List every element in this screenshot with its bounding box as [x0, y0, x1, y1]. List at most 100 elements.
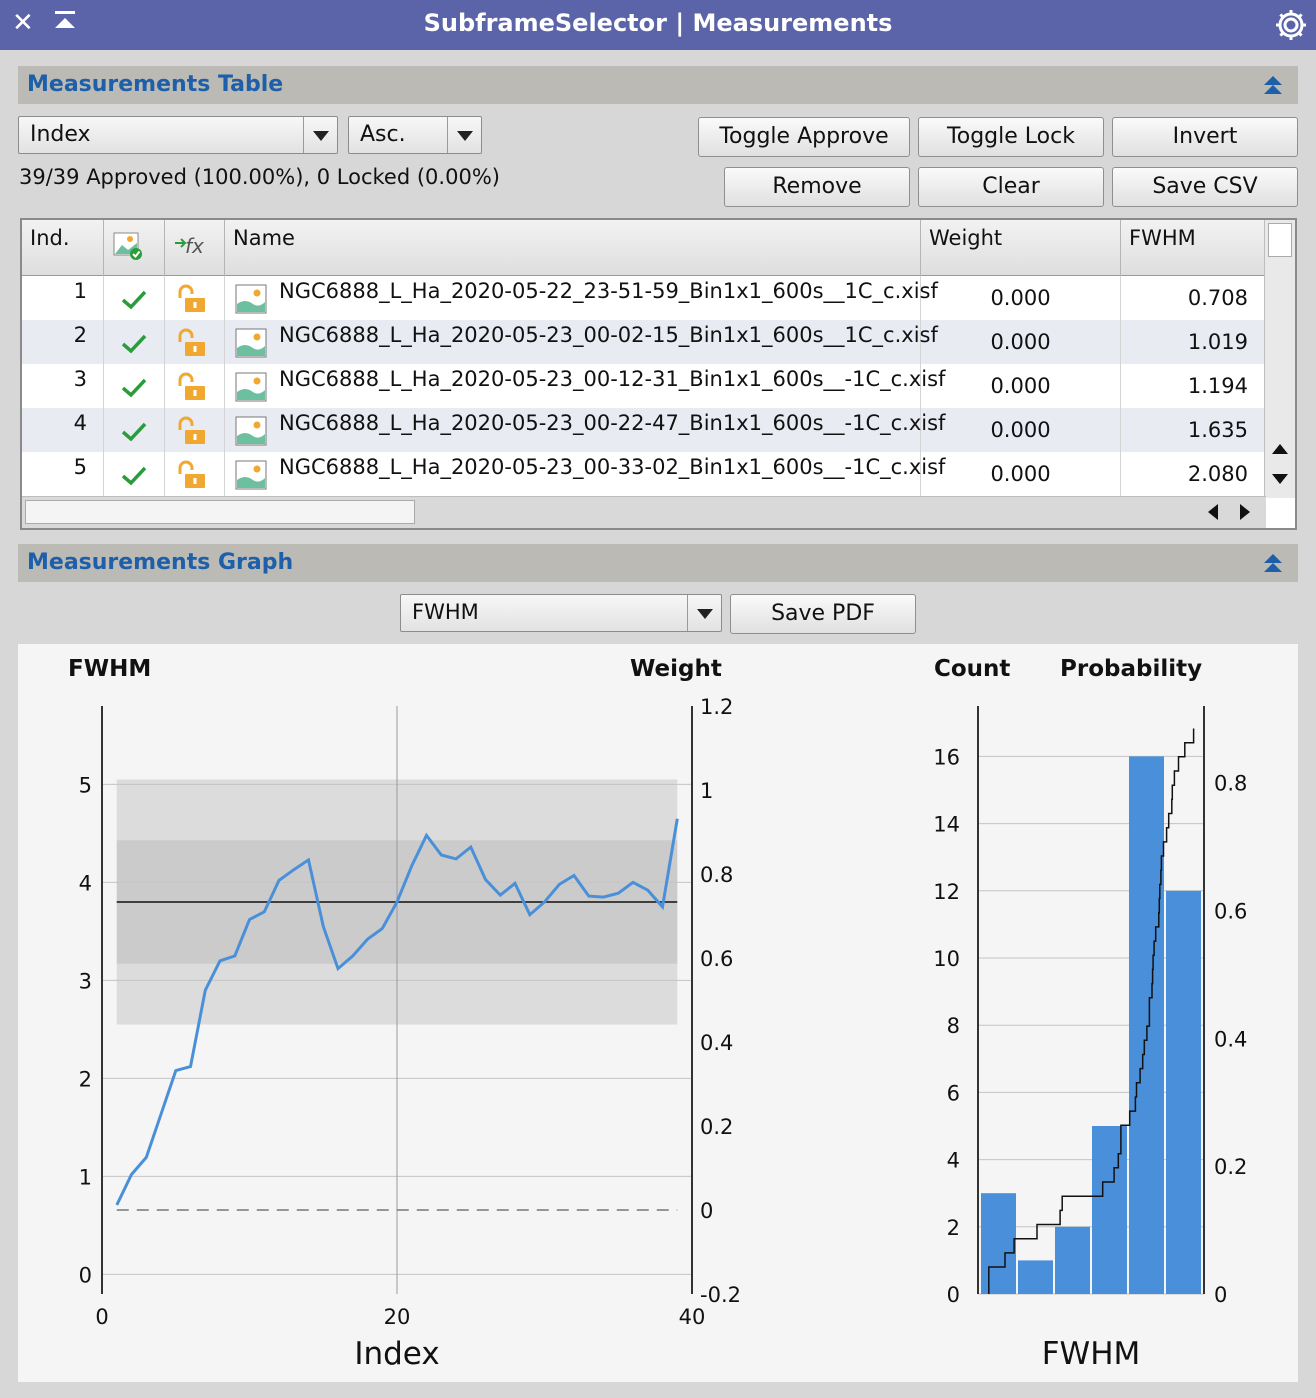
hist-y-tick-label: 8 — [947, 1014, 960, 1038]
y2-tick-label: 1.2 — [700, 695, 733, 719]
hist-bar — [1055, 1226, 1090, 1294]
row-fwhm: 0.708 — [1187, 286, 1248, 310]
table-header: Ind. fx Name Weight FWHM — [22, 220, 1266, 276]
y-tick-label: 3 — [79, 969, 92, 993]
lock-cell[interactable] — [165, 364, 225, 408]
chevron-down-icon — [303, 117, 337, 153]
lock-cell[interactable] — [165, 452, 225, 496]
scroll-down-icon[interactable] — [1271, 472, 1289, 486]
column-header-locked[interactable]: fx — [165, 220, 225, 276]
row-weight: 0.000 — [921, 452, 1121, 496]
collapse-icon[interactable] — [1262, 552, 1284, 574]
toggle-lock-button[interactable]: Toggle Lock — [918, 117, 1104, 157]
row-index: 4 — [22, 408, 104, 452]
row-name: NGC6888_L_Ha_2020-05-23_00-22-47_Bin1x1_… — [225, 408, 945, 452]
measurements-table: Ind. fx Name Weight FWHM 1 NGC6888_L_Ha_2… — [20, 218, 1297, 530]
hist-y-tick-label: 12 — [933, 880, 960, 904]
lock-cell[interactable] — [165, 320, 225, 364]
graph-area: 0 1 2 3 4 5 0 20 40 -0.2 0 0.2 0.4 0.6 0.8 1 1.2 FWHM Weig… — [18, 644, 1298, 1382]
hist-y-axis-title: Count — [934, 656, 1010, 682]
lock-cell[interactable] — [165, 276, 225, 320]
approved-cell[interactable] — [104, 320, 165, 364]
lock-cell[interactable] — [165, 408, 225, 452]
column-header-weight[interactable]: Weight — [921, 220, 1121, 276]
toggle-approve-button[interactable]: Toggle Approve — [698, 117, 910, 157]
image-file-icon — [235, 416, 267, 446]
y-tick-label: 5 — [79, 773, 92, 797]
image-file-icon — [235, 328, 267, 358]
y-tick-label: 4 — [79, 871, 92, 895]
measurements-chart[interactable]: 0123450 20 40-0.200.20.40.60.811.2FWHM Weig… — [18, 644, 1298, 1382]
graph-property-select[interactable]: FWHM — [400, 594, 722, 632]
scroll-thumb[interactable] — [1268, 223, 1292, 257]
approved-cell[interactable] — [104, 452, 165, 496]
x-tick-label: 20 — [384, 1305, 411, 1329]
clear-button[interactable]: Clear — [918, 167, 1104, 207]
y-axis-title: FWHM — [68, 656, 151, 682]
table-row[interactable]: 3 NGC6888_L_Ha_2020-05-23_00-12-31_Bin1x1… — [22, 364, 1266, 408]
column-header-approved[interactable] — [104, 220, 165, 276]
fx-icon: fx — [175, 234, 204, 258]
hist-x-axis-title: FWHM — [1042, 1336, 1141, 1372]
row-index: 2 — [22, 320, 104, 364]
hist-bar — [1166, 890, 1201, 1294]
table-row[interactable]: 2 NGC6888_L_Ha_2020-05-23_00-02-15_Bin1x1… — [22, 320, 1266, 364]
measurements-graph-header[interactable]: Measurements Graph — [18, 544, 1298, 582]
y2-tick-label: 1 — [700, 779, 713, 803]
hist-y-tick-label: 0 — [947, 1283, 960, 1307]
unlock-icon — [178, 328, 205, 356]
check-icon — [121, 290, 147, 310]
hist-y-tick-label: 10 — [933, 947, 960, 971]
row-name: NGC6888_L_Ha_2020-05-22_23-51-59_Bin1x1_… — [225, 276, 938, 320]
hist-y2-tick-label: 0.6 — [1214, 900, 1247, 924]
approved-cell[interactable] — [104, 276, 165, 320]
hscroll-thumb[interactable] — [25, 500, 415, 524]
x-axis-title: Index — [354, 1336, 439, 1372]
scroll-right-icon[interactable] — [1238, 503, 1252, 521]
sort-field-select[interactable]: Index — [18, 116, 338, 154]
table-row[interactable]: 1 NGC6888_L_Ha_2020-05-22_23-51-59_Bin1x1… — [22, 276, 1266, 320]
unlock-icon — [178, 416, 205, 444]
approved-cell[interactable] — [104, 364, 165, 408]
row-fwhm: 1.019 — [1187, 330, 1248, 354]
y2-tick-label: 0.2 — [700, 1115, 733, 1139]
measurements-table-header[interactable]: Measurements Table — [18, 66, 1298, 104]
scroll-up-icon[interactable] — [1271, 442, 1289, 456]
table-row[interactable]: 4 NGC6888_L_Ha_2020-05-23_00-22-47_Bin1x1… — [22, 408, 1266, 452]
column-header-fwhm[interactable]: FWHM — [1121, 220, 1266, 276]
row-fwhm: 1.194 — [1187, 374, 1248, 398]
save-pdf-button[interactable]: Save PDF — [730, 594, 916, 634]
hist-y2-tick-label: 0 — [1214, 1283, 1227, 1307]
row-fwhm: 1.635 — [1187, 418, 1248, 442]
sort-field-value: Index — [30, 122, 91, 147]
row-index: 5 — [22, 452, 104, 496]
row-index: 1 — [22, 276, 104, 320]
y-tick-label: 2 — [79, 1067, 92, 1091]
hist-bar — [1018, 1260, 1053, 1294]
file-name: NGC6888_L_Ha_2020-05-23_00-12-31_Bin1x1_… — [279, 367, 946, 391]
save-csv-button[interactable]: Save CSV — [1112, 167, 1298, 207]
image-file-icon — [235, 284, 267, 314]
svg-text:fx: fx — [185, 234, 204, 258]
remove-button[interactable]: Remove — [724, 167, 910, 207]
invert-button[interactable]: Invert — [1112, 117, 1298, 157]
approval-status: 39/39 Approved (100.00%), 0 Locked (0.00… — [19, 165, 500, 189]
hist-y2-tick-label: 0.4 — [1214, 1027, 1247, 1051]
column-header-name[interactable]: Name — [225, 220, 921, 276]
hist-bar — [1092, 1126, 1127, 1294]
sort-order-select[interactable]: Asc. — [348, 116, 482, 154]
scroll-left-icon[interactable] — [1206, 503, 1220, 521]
file-name: NGC6888_L_Ha_2020-05-23_00-33-02_Bin1x1_… — [279, 455, 946, 479]
check-icon — [121, 422, 147, 442]
gear-icon[interactable] — [1274, 8, 1308, 49]
row-weight: 0.000 — [921, 276, 1121, 320]
hist-y2-tick-label: 0.8 — [1214, 772, 1247, 796]
approved-cell[interactable] — [104, 408, 165, 452]
image-file-icon — [235, 460, 267, 490]
table-row[interactable]: 5 NGC6888_L_Ha_2020-05-23_00-33-02_Bin1x1… — [22, 452, 1266, 496]
collapse-icon[interactable] — [1262, 74, 1284, 96]
image-file-icon — [235, 372, 267, 402]
column-header-index[interactable]: Ind. — [22, 220, 104, 276]
horizontal-scrollbar[interactable] — [22, 496, 1266, 528]
vertical-scrollbar[interactable] — [1264, 220, 1295, 498]
